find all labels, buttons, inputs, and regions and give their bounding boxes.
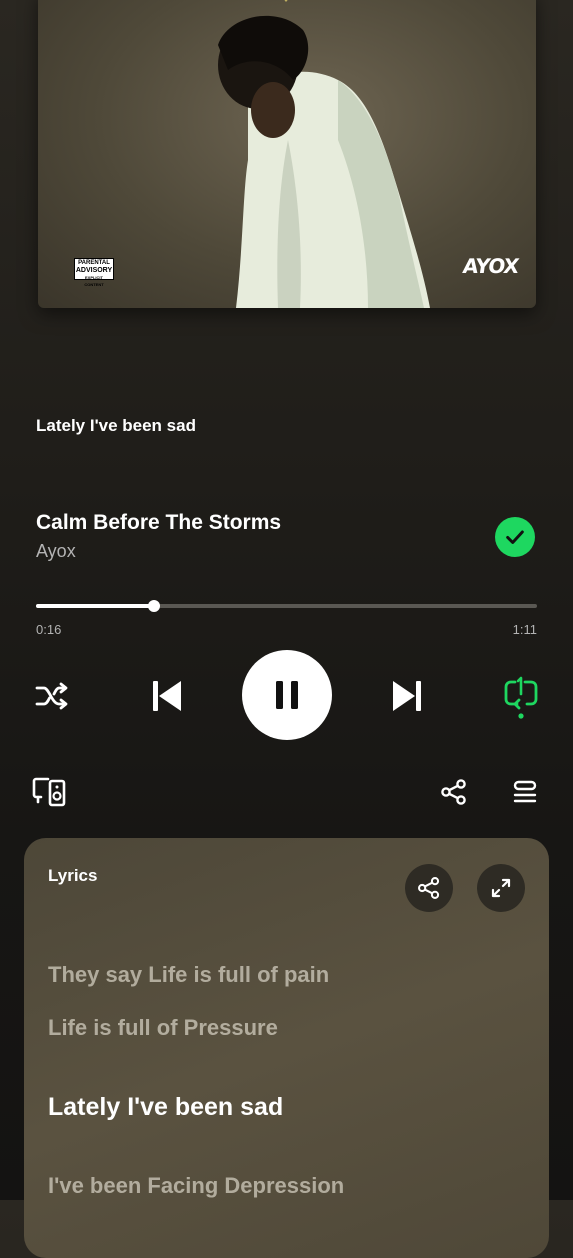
progress-fill	[36, 604, 154, 608]
queue-button[interactable]	[508, 774, 542, 810]
current-lyric-line: Lately I've been sad	[36, 416, 196, 435]
track-title[interactable]: Calm Before The Storms	[36, 511, 281, 535]
share-icon	[441, 779, 466, 805]
repeat-one-icon	[504, 676, 538, 719]
next-button[interactable]	[388, 676, 428, 716]
shuffle-button[interactable]	[32, 676, 72, 716]
share-icon	[418, 877, 440, 899]
lyric-line-active[interactable]: Lately I've been sad	[48, 1093, 283, 1122]
track-artist[interactable]: Ayox	[36, 541, 76, 562]
pause-icon	[276, 681, 298, 709]
liked-button[interactable]	[495, 517, 535, 557]
lyric-line[interactable]: I've been Facing Depression	[48, 1173, 344, 1199]
parental-advisory-label: PARENTAL ADVISORY EXPLICIT CONTENT	[74, 258, 114, 287]
check-icon	[506, 530, 524, 544]
artist-logo: AYOX	[461, 254, 520, 278]
lyrics-expand-button[interactable]	[477, 864, 525, 912]
lyrics-share-button[interactable]	[405, 864, 453, 912]
devices-icon	[32, 777, 66, 807]
lyrics-card[interactable]: Lyrics They say Life is full of pain Lif…	[24, 838, 549, 1258]
progress-thumb[interactable]	[147, 600, 160, 612]
shuffle-icon	[35, 682, 68, 710]
queue-icon	[513, 780, 537, 803]
previous-button[interactable]	[146, 676, 186, 716]
lyric-line[interactable]: Life is full of Pressure	[48, 1015, 278, 1041]
share-button[interactable]	[436, 774, 472, 810]
album-art: PARENTAL ADVISORY EXPLICIT CONTENT AYOX	[38, 0, 536, 308]
pause-button[interactable]	[242, 650, 332, 740]
elapsed-time: 0:16	[36, 622, 62, 637]
total-time: 1:11	[512, 622, 537, 637]
lyrics-heading: Lyrics	[48, 866, 98, 885]
connect-device-button[interactable]	[30, 772, 70, 810]
expand-icon	[491, 878, 511, 898]
progress-bar[interactable]	[36, 600, 537, 612]
lyric-line[interactable]: They say Life is full of pain	[48, 962, 329, 988]
repeat-button[interactable]	[500, 672, 542, 722]
skip-next-icon	[393, 681, 421, 711]
skip-previous-icon	[153, 681, 181, 711]
